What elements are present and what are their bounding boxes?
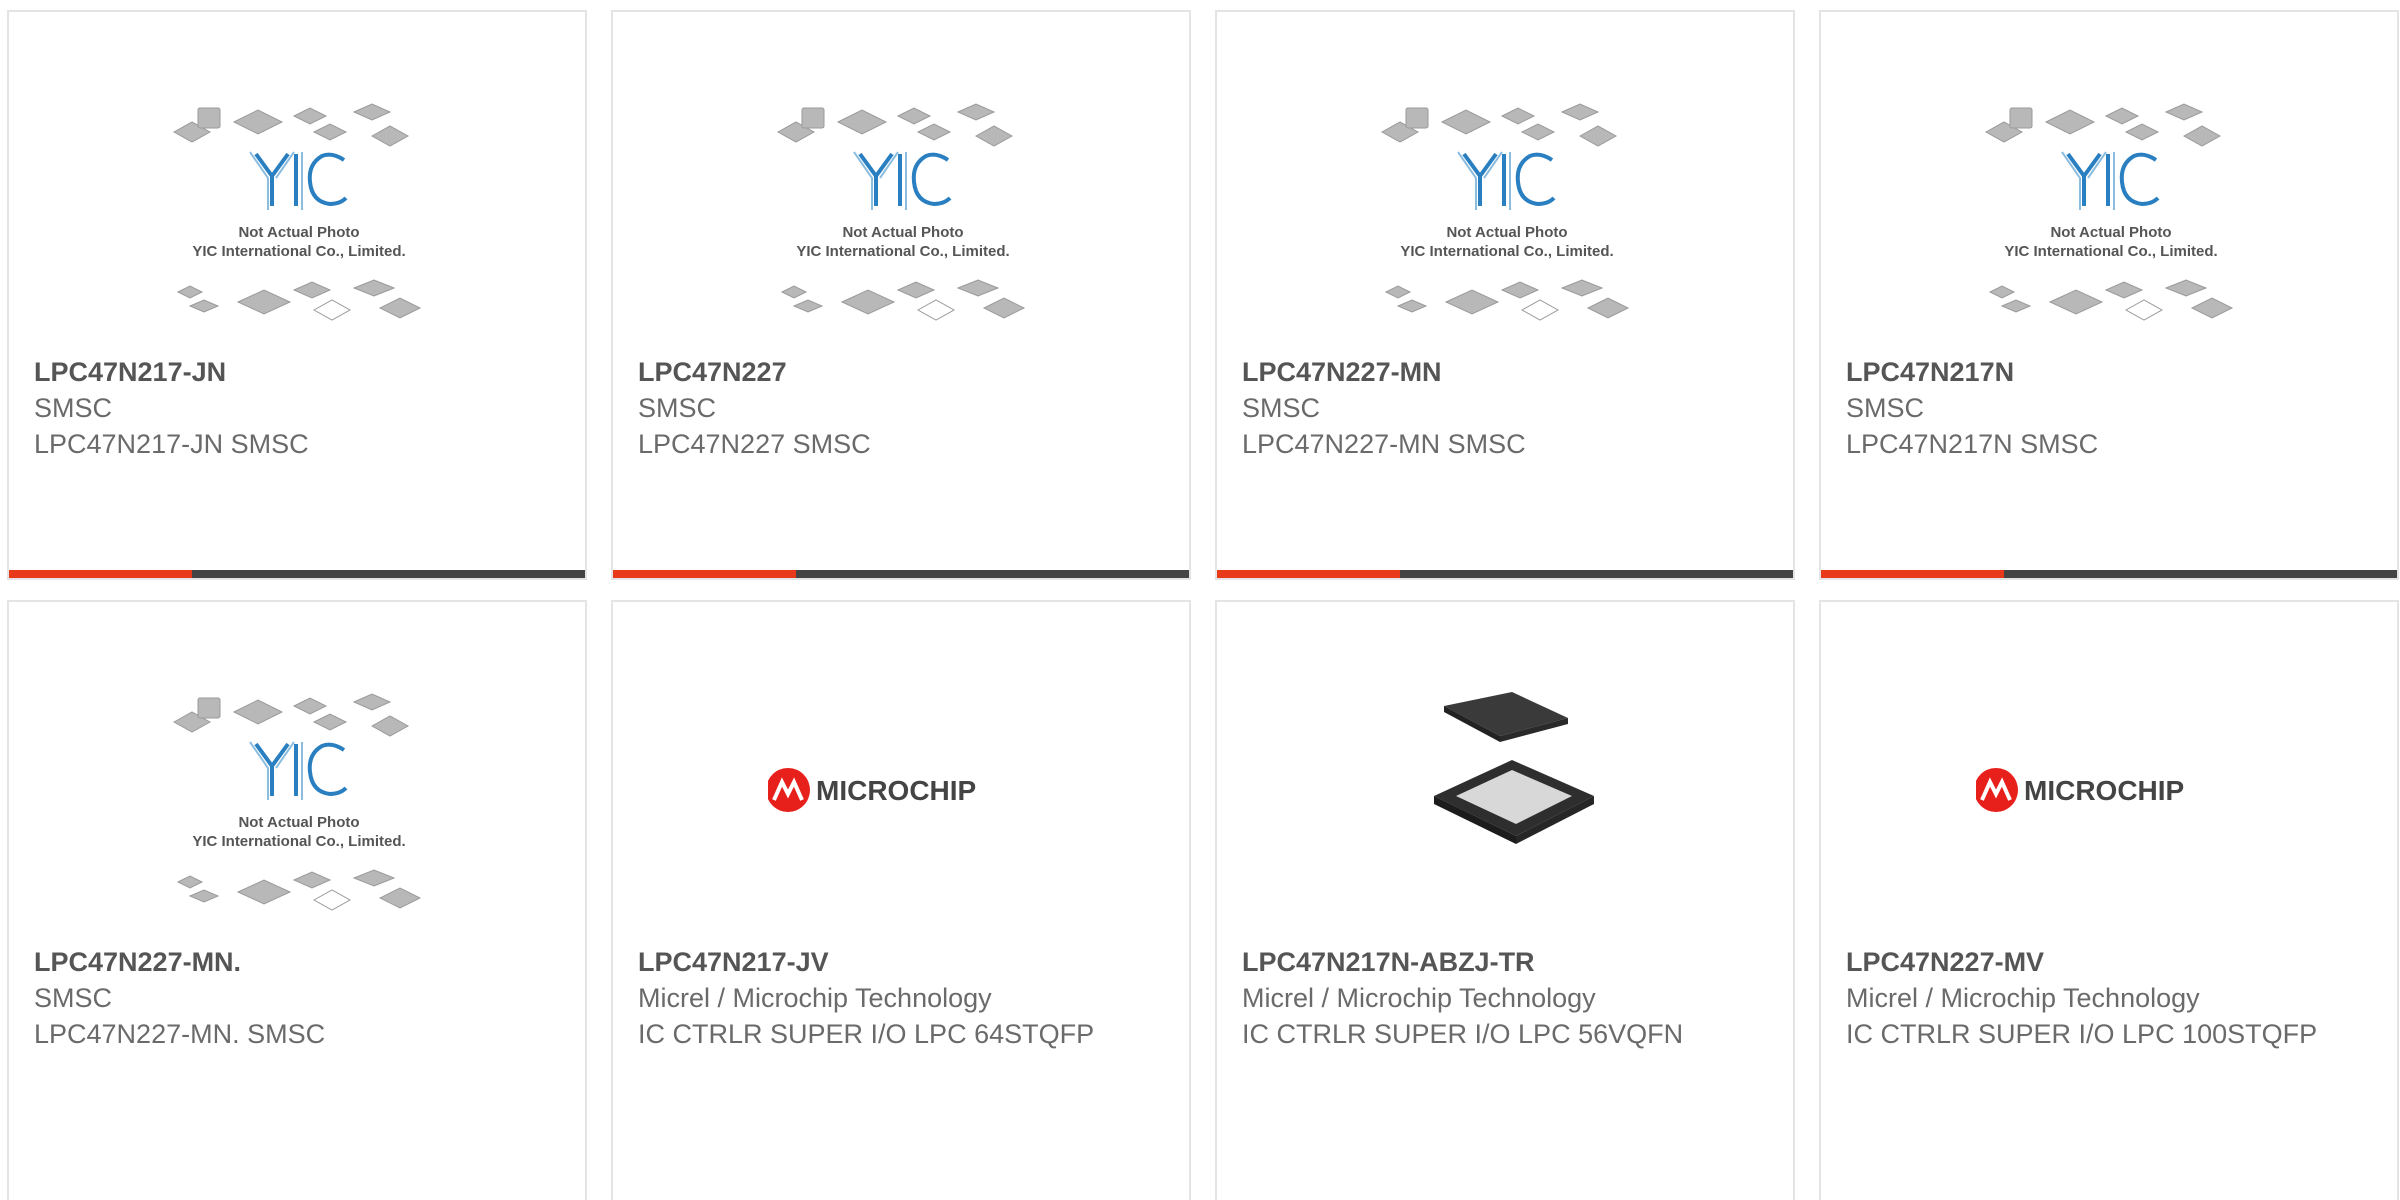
manufacturer: SMSC xyxy=(638,393,717,423)
product-info: LPC47N217-JV Micrel / Microchip Technolo… xyxy=(638,944,1169,1052)
product-image[interactable]: Not Actual Photo YIC International Co., … xyxy=(1372,96,1642,356)
chip-bottom-pads-icon xyxy=(1434,760,1594,844)
product-image[interactable]: Not Actual Photo YIC International Co., … xyxy=(164,686,434,946)
placeholder-line-1: Not Actual Photo xyxy=(238,814,359,831)
description: LPC47N227-MN. SMSC xyxy=(34,1019,326,1049)
part-number[interactable]: LPC47N227-MN xyxy=(1242,354,1773,390)
manufacturer: SMSC xyxy=(1242,393,1321,423)
yic-logo-icon xyxy=(1457,151,1556,210)
part-number[interactable]: LPC47N227-MN. xyxy=(34,944,565,980)
card-accent-bar xyxy=(613,570,1189,578)
product-info: LPC47N217N SMSC LPC47N217N SMSC xyxy=(1846,354,2377,462)
not-actual-photo-placeholder: Not Actual Photo YIC International Co., … xyxy=(1380,103,1630,321)
yic-logo-icon xyxy=(249,151,348,210)
product-image[interactable]: MICROCHIP xyxy=(768,686,1038,946)
product-card[interactable]: Not Actual Photo YIC International Co., … xyxy=(611,10,1191,580)
product-info: LPC47N227 SMSC LPC47N227 SMSC xyxy=(638,354,1169,462)
placeholder-line-1: Not Actual Photo xyxy=(2050,224,2171,241)
part-number[interactable]: LPC47N217-JN xyxy=(34,354,565,390)
placeholder-line-2: YIC International Co., Limited. xyxy=(192,243,405,260)
product-card[interactable]: LPC47N217N-ABZJ-TR Micrel / Microchip Te… xyxy=(1215,600,1795,1200)
chip-packages-bottom-icon xyxy=(176,869,422,911)
yic-logo-icon xyxy=(2061,151,2160,210)
product-card[interactable]: Not Actual Photo YIC International Co., … xyxy=(7,600,587,1200)
accent-red-segment xyxy=(1217,570,1400,578)
accent-red-segment xyxy=(9,570,192,578)
not-actual-photo-placeholder: Not Actual Photo YIC International Co., … xyxy=(172,693,422,911)
manufacturer: Micrel / Microchip Technology xyxy=(638,983,992,1013)
microchip-logo: MICROCHIP xyxy=(1976,768,2184,812)
placeholder-line-2: YIC International Co., Limited. xyxy=(796,243,1009,260)
card-accent-bar xyxy=(9,570,585,578)
product-image[interactable]: MICROCHIP xyxy=(1976,686,2246,946)
chip-packages-top-icon xyxy=(1380,103,1618,147)
manufacturer: Micrel / Microchip Technology xyxy=(1846,983,2200,1013)
placeholder-line-1: Not Actual Photo xyxy=(1446,224,1567,241)
not-actual-photo-placeholder: Not Actual Photo YIC International Co., … xyxy=(1984,103,2234,321)
qfn-chip-photo xyxy=(1434,692,1594,844)
placeholder-line-2: YIC International Co., Limited. xyxy=(1400,243,1613,260)
chip-packages-top-icon xyxy=(172,103,410,147)
chip-packages-bottom-icon xyxy=(780,279,1026,321)
placeholder-line-2: YIC International Co., Limited. xyxy=(2004,243,2217,260)
description: LPC47N227 SMSC xyxy=(638,429,871,459)
microchip-wordmark: MICROCHIP xyxy=(2024,775,2184,806)
chip-packages-bottom-icon xyxy=(176,279,422,321)
product-info: LPC47N227-MV Micrel / Microchip Technolo… xyxy=(1846,944,2377,1052)
product-image[interactable]: Not Actual Photo YIC International Co., … xyxy=(768,96,1038,356)
microchip-logo: MICROCHIP xyxy=(768,768,976,812)
product-card[interactable]: Not Actual Photo YIC International Co., … xyxy=(1819,10,2399,580)
description: IC CTRLR SUPER I/O LPC 56VQFN xyxy=(1242,1019,1684,1049)
description: LPC47N217-JN SMSC xyxy=(34,429,309,459)
description: IC CTRLR SUPER I/O LPC 100STQFP xyxy=(1846,1019,2318,1049)
product-image[interactable] xyxy=(1372,686,1642,946)
part-number[interactable]: LPC47N217N xyxy=(1846,354,2377,390)
part-number[interactable]: LPC47N227 xyxy=(638,354,1169,390)
yic-logo-icon xyxy=(249,741,348,800)
microchip-wordmark: MICROCHIP xyxy=(816,775,976,806)
part-number[interactable]: LPC47N227-MV xyxy=(1846,944,2377,980)
manufacturer: Micrel / Microchip Technology xyxy=(1242,983,1596,1013)
manufacturer: SMSC xyxy=(1846,393,1925,423)
product-card[interactable]: Not Actual Photo YIC International Co., … xyxy=(1215,10,1795,580)
part-number[interactable]: LPC47N217N-ABZJ-TR xyxy=(1242,944,1773,980)
description: LPC47N217N SMSC xyxy=(1846,429,2099,459)
product-card[interactable]: Not Actual Photo YIC International Co., … xyxy=(7,10,587,580)
part-number[interactable]: LPC47N217-JV xyxy=(638,944,1169,980)
manufacturer: SMSC xyxy=(34,983,113,1013)
product-info: LPC47N217N-ABZJ-TR Micrel / Microchip Te… xyxy=(1242,944,1773,1052)
accent-red-segment xyxy=(1821,570,2004,578)
placeholder-line-2: YIC International Co., Limited. xyxy=(192,833,405,850)
placeholder-line-1: Not Actual Photo xyxy=(842,224,963,241)
product-image[interactable]: Not Actual Photo YIC International Co., … xyxy=(1976,96,2246,356)
product-card[interactable]: MICROCHIP LPC47N217-JV Micrel / Microchi… xyxy=(611,600,1191,1200)
product-info: LPC47N227-MN. SMSC LPC47N227-MN. SMSC xyxy=(34,944,565,1052)
description: IC CTRLR SUPER I/O LPC 64STQFP xyxy=(638,1019,1095,1049)
chip-packages-top-icon xyxy=(776,103,1014,147)
not-actual-photo-placeholder: Not Actual Photo YIC International Co., … xyxy=(172,103,422,321)
description: LPC47N227-MN SMSC xyxy=(1242,429,1526,459)
chip-packages-bottom-icon xyxy=(1988,279,2234,321)
chip-top-icon xyxy=(1444,692,1568,742)
card-accent-bar xyxy=(1821,570,2397,578)
placeholder-line-1: Not Actual Photo xyxy=(238,224,359,241)
product-card[interactable]: MICROCHIP LPC47N227-MV Micrel / Microchi… xyxy=(1819,600,2399,1200)
not-actual-photo-placeholder: Not Actual Photo YIC International Co., … xyxy=(776,103,1026,321)
manufacturer: SMSC xyxy=(34,393,113,423)
product-image[interactable]: Not Actual Photo YIC International Co., … xyxy=(164,96,434,356)
product-grid: Not Actual Photo YIC International Co., … xyxy=(0,0,2400,1200)
chip-packages-bottom-icon xyxy=(1384,279,1630,321)
product-info: LPC47N217-JN SMSC LPC47N217-JN SMSC xyxy=(34,354,565,462)
chip-packages-top-icon xyxy=(1984,103,2222,147)
product-info: LPC47N227-MN SMSC LPC47N227-MN SMSC xyxy=(1242,354,1773,462)
chip-packages-top-icon xyxy=(172,693,410,737)
yic-logo-icon xyxy=(853,151,952,210)
accent-red-segment xyxy=(613,570,796,578)
card-accent-bar xyxy=(1217,570,1793,578)
